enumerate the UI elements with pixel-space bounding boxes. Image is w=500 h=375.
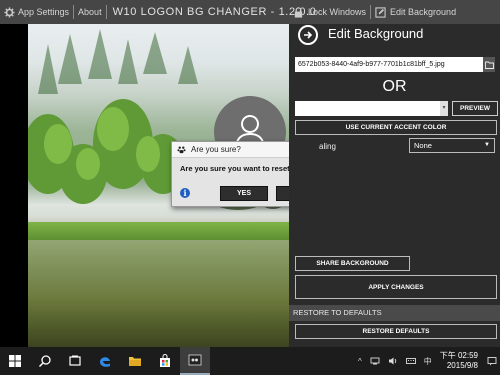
back-button[interactable] [298,25,318,45]
color-dropdown-arrow[interactable]: ▾ [440,101,448,116]
or-separator: OR [382,78,407,95]
app-settings-button[interactable]: App Settings [0,0,73,24]
info-icon: i [180,188,190,198]
image-path-field[interactable]: 6572b053-8440-4af9-b977-7701b1c81bff_5.j… [295,57,483,72]
title-bar-right: Lock Windows Edit Background [289,0,500,24]
title-separator [105,5,107,19]
store-icon[interactable] [150,347,180,375]
apply-changes-button[interactable]: APPLY CHANGES [295,275,497,299]
network-icon[interactable] [366,347,384,375]
panel-title: Edit Background [328,26,424,41]
file-explorer-icon[interactable] [120,347,150,375]
title-bar-left: App Settings About W10 LOGON BG CHANGER … [0,0,316,24]
clock-time: 下午 02:59 [439,351,478,360]
lawn [28,222,289,240]
edge-icon[interactable] [90,347,120,375]
yes-button[interactable]: YES [220,186,268,201]
restore-section-header: RESTORE TO DEFAULTS [289,305,500,321]
about-label: About [78,7,102,17]
browse-button[interactable] [483,57,495,72]
about-button[interactable]: About [74,0,106,24]
scaling-value: None [414,141,432,150]
share-background-button[interactable]: SHARE BACKGROUND [295,256,410,271]
clock-date: 2015/9/8 [446,361,478,370]
lock-icon [294,6,303,18]
paw-icon [177,146,186,154]
lock-windows-label: Lock Windows [308,7,367,17]
clock[interactable]: 下午 02:59 2015/9/8 [436,351,484,371]
scaling-select[interactable]: None ▼ [409,138,495,153]
notification-icon[interactable] [484,347,500,375]
edit-background-label: Edit Background [390,7,457,17]
windows-start-icon[interactable] [0,347,30,375]
taskbar: ^ 中 下午 02:59 2015/9/8 [0,347,500,375]
arrow-right-icon [304,31,313,39]
chevron-down-icon: ▼ [484,142,490,148]
system-tray: ^ 中 下午 02:59 2015/9/8 [354,347,500,375]
logon-bg-changer-icon[interactable] [180,347,210,375]
scaling-label: aling [319,142,336,151]
edit-icon [375,6,386,18]
folder-icon [484,61,494,69]
app-settings-label: App Settings [18,7,70,17]
preview-button[interactable]: PREVIEW [452,101,498,116]
gear-icon [4,6,15,18]
chevron-up-icon[interactable]: ^ [354,347,366,375]
ime-indicator[interactable]: 中 [420,347,436,375]
edit-background-tab[interactable]: Edit Background [371,0,460,24]
edit-background-panel: Edit Background 6572b053-8440-4af9-b977-… [289,24,500,347]
restore-defaults-button[interactable]: RESTORE DEFAULTS [295,324,497,339]
app-title: W10 LOGON BG CHANGER - 1.2.0.0 [112,6,317,18]
title-bar: App Settings About W10 LOGON BG CHANGER … [0,0,500,24]
color-input[interactable] [295,101,440,116]
panel-header: Edit Background [289,24,500,46]
volume-icon[interactable] [384,347,402,375]
lake-reflection [28,240,289,347]
keyboard-icon[interactable] [402,347,420,375]
search-icon[interactable] [30,347,60,375]
use-accent-color-button[interactable]: USE CURRENT ACCENT COLOR [295,120,497,135]
dialog-title: Are you sure? [191,145,241,154]
task-view-icon[interactable] [60,347,90,375]
app-window: App Settings About W10 LOGON BG CHANGER … [0,0,500,347]
lock-windows-button[interactable]: Lock Windows [289,0,370,24]
